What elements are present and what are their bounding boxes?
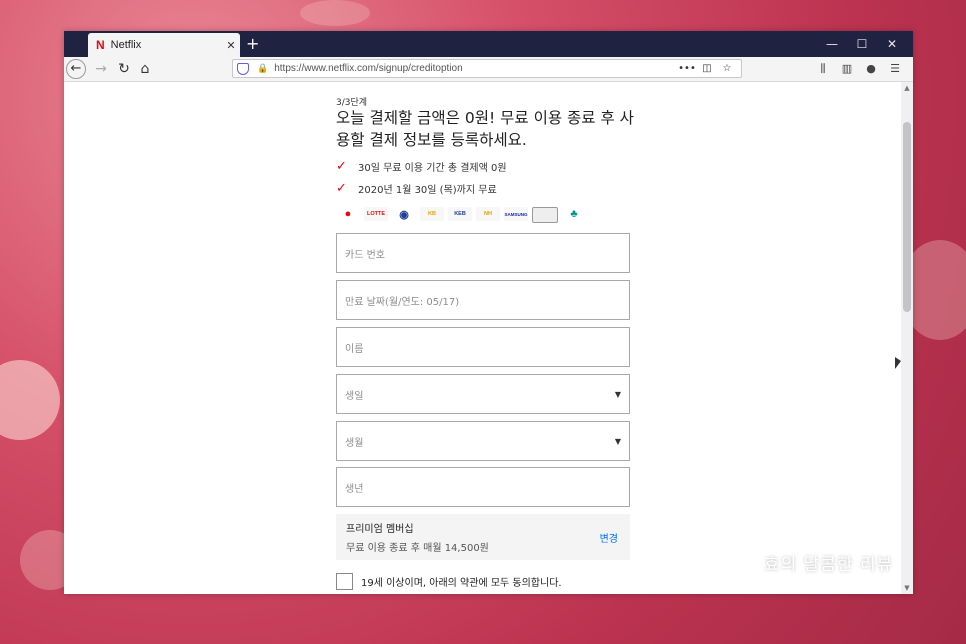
tracking-shield-icon[interactable] xyxy=(237,62,249,75)
url-text[interactable]: https://www.netflix.com/signup/creditopt… xyxy=(274,63,677,74)
netflix-favicon-icon: N xyxy=(96,38,105,52)
toolbar-right: ⫼ ▥ ● ☰ xyxy=(811,60,907,78)
benefit-text: 30일 무료 이용 기간 총 결제액 0원 xyxy=(358,163,507,174)
caret-down-icon: ▼ xyxy=(614,436,621,446)
navigation-bar: ← → ↻ ⌂ 🔒 https://www.netflix.com/signup… xyxy=(64,57,913,82)
agree-label: 19세 이상이며, 아래의 약관에 모두 동의합니다. xyxy=(361,578,562,589)
birth-month-select[interactable]: 생월 ▼ xyxy=(336,421,630,461)
card-number-input[interactable]: 카드 번호 xyxy=(336,233,630,273)
url-actions: ••• ◫ ☆ xyxy=(677,63,737,74)
lock-icon[interactable]: 🔒 xyxy=(257,64,268,74)
kb-card-icon: KB xyxy=(420,207,444,221)
title-bar: N Netflix ✕ + — ☐ ✕ xyxy=(64,31,913,57)
back-button[interactable]: ← xyxy=(66,59,86,79)
birth-day-placeholder: 생일 xyxy=(345,390,364,402)
tab-title: Netflix xyxy=(110,39,142,51)
minimize-button[interactable]: — xyxy=(817,35,847,53)
browser-window: N Netflix ✕ + — ☐ ✕ ← → ↻ ⌂ 🔒 https://ww… xyxy=(64,31,913,594)
menu-icon[interactable]: ☰ xyxy=(883,60,907,78)
birth-year-placeholder: 생년 xyxy=(345,483,364,495)
name-input[interactable]: 이름 xyxy=(336,327,630,367)
reload-button[interactable]: ↻ xyxy=(114,59,134,79)
expiry-date-input[interactable]: 만료 날짜(월/연도: 05/17) xyxy=(336,280,630,320)
expiry-date-placeholder: 만료 날짜(월/연도: 05/17) xyxy=(345,296,460,308)
bokeh-light xyxy=(300,0,370,26)
nh-card-icon: NH xyxy=(476,207,500,221)
lotte-card-icon: ● xyxy=(344,208,352,220)
account-icon[interactable]: ● xyxy=(859,60,883,78)
scroll-down-icon[interactable]: ▼ xyxy=(901,584,913,592)
keb-card-icon: KEB xyxy=(448,207,472,221)
benefit-text: 2020년 1월 30일 (목)까지 무료 xyxy=(358,185,497,196)
scroll-thumb[interactable] xyxy=(903,122,911,312)
close-window-button[interactable]: ✕ xyxy=(877,35,907,53)
new-tab-button[interactable]: + xyxy=(246,34,259,54)
lotte-logo-icon: LOTTE xyxy=(364,207,388,221)
checkmark-icon: ✓ xyxy=(336,181,347,196)
library-icon[interactable]: ⫼ xyxy=(811,60,835,78)
pocket-icon[interactable]: ◫ xyxy=(697,63,717,74)
page-actions-icon[interactable]: ••• xyxy=(677,63,697,74)
watermark: 효의 달콤한 리뷰 xyxy=(764,555,894,575)
bookmark-star-icon[interactable]: ☆ xyxy=(717,63,737,74)
name-placeholder: 이름 xyxy=(345,343,364,355)
plan-price: 무료 이용 종료 후 매월 14,500원 xyxy=(346,543,489,554)
maximize-button[interactable]: ☐ xyxy=(847,35,877,53)
page-title: 오늘 결제할 금액은 0원! 무료 이용 종료 후 사용할 결제 정보를 등록하… xyxy=(336,109,634,149)
generic-card-icon xyxy=(532,207,558,223)
membership-summary: 프리미엄 멤버십 무료 이용 종료 후 매월 14,500원 변경 xyxy=(336,514,630,560)
page-scrollbar[interactable]: ▲ ▼ xyxy=(901,82,913,594)
change-plan-link[interactable]: 변경 xyxy=(600,530,618,545)
caret-down-icon: ▼ xyxy=(614,389,621,399)
birth-year-input[interactable]: 생년 xyxy=(336,467,630,507)
page-content: 3/3단계 오늘 결제할 금액은 0원! 무료 이용 종료 후 사용할 결제 정… xyxy=(64,82,901,594)
bokeh-light xyxy=(0,360,60,440)
card-logos: ● LOTTE ◉ KB KEB NH SAMSUNG ♣ xyxy=(336,207,590,223)
card-number-placeholder: 카드 번호 xyxy=(345,249,385,261)
tab-close-icon[interactable]: ✕ xyxy=(222,39,240,52)
scroll-up-icon[interactable]: ▲ xyxy=(901,84,913,92)
checkmark-icon: ✓ xyxy=(336,159,347,174)
forward-button[interactable]: → xyxy=(91,59,111,79)
plan-name: 프리미엄 멤버십 xyxy=(346,524,414,535)
window-controls: — ☐ ✕ xyxy=(817,35,907,53)
birth-month-placeholder: 생월 xyxy=(345,437,364,449)
birth-day-select[interactable]: 생일 ▼ xyxy=(336,374,630,414)
hana-card-icon: ♣ xyxy=(570,208,578,220)
shinhan-card-icon: ◉ xyxy=(399,208,409,221)
agree-checkbox[interactable] xyxy=(336,573,353,590)
tab-netflix[interactable]: N Netflix ✕ xyxy=(88,33,240,57)
home-button[interactable]: ⌂ xyxy=(135,59,155,79)
benefit-item: ✓ 2020년 1월 30일 (목)까지 무료 xyxy=(336,181,497,196)
samsung-card-icon: SAMSUNG xyxy=(504,207,528,221)
address-bar[interactable]: 🔒 https://www.netflix.com/signup/credito… xyxy=(232,59,742,78)
terms-agreement: 19세 이상이며, 아래의 약관에 모두 동의합니다. xyxy=(336,573,562,590)
sidebar-icon[interactable]: ▥ xyxy=(835,60,859,78)
benefit-item: ✓ 30일 무료 이용 기간 총 결제액 0원 xyxy=(336,159,507,174)
